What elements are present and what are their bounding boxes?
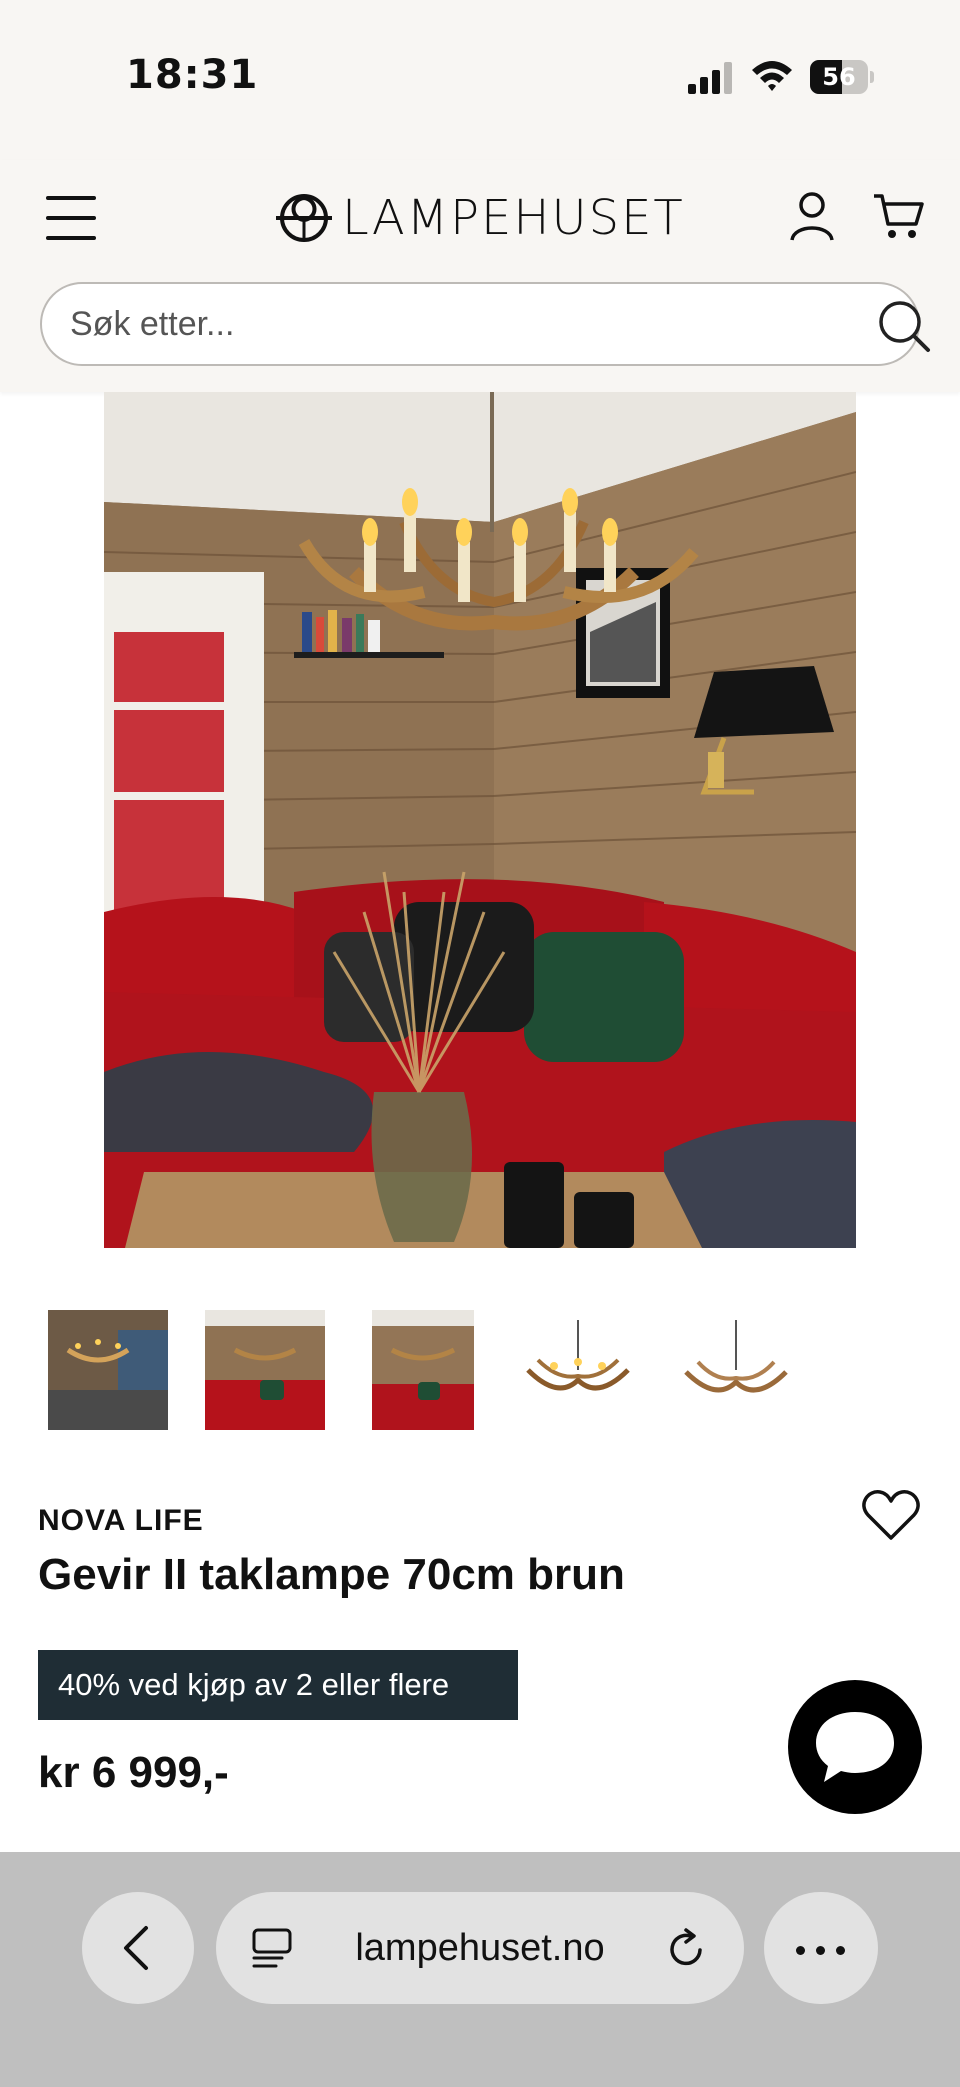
chat-bubble-icon xyxy=(816,1712,894,1782)
back-button[interactable] xyxy=(82,1892,194,2004)
thumbnail-4[interactable] xyxy=(518,1310,638,1430)
chevron-left-icon xyxy=(124,1926,148,1970)
product-price: kr 6 999,- xyxy=(38,1748,229,1797)
thumbnail-1[interactable] xyxy=(48,1310,168,1430)
thumbnail-3[interactable] xyxy=(372,1310,474,1430)
product-title: Gevir II taklampe 70cm brun xyxy=(38,1550,625,1599)
status-time: 18:31 xyxy=(126,52,259,98)
thumbnail-5[interactable] xyxy=(676,1310,796,1430)
chat-button[interactable] xyxy=(788,1680,922,1814)
battery-percent: 56 xyxy=(822,63,856,91)
browser-toolbar: lampehuset.no xyxy=(0,1852,960,2087)
wifi-icon xyxy=(752,61,792,91)
search-input[interactable] xyxy=(70,298,830,350)
status-bar: 18:31 56 xyxy=(0,0,960,160)
product-brand[interactable]: NOVA LIFE xyxy=(38,1504,204,1538)
address-bar[interactable]: lampehuset.no xyxy=(216,1892,744,2004)
hamburger-menu-icon[interactable] xyxy=(44,190,100,246)
more-dots-icon[interactable] xyxy=(764,1892,878,2004)
search-bar[interactable] xyxy=(40,282,930,366)
thumbnail-2[interactable] xyxy=(205,1310,325,1430)
cart-icon[interactable] xyxy=(872,190,924,242)
brand-name: LAMPEHUSET xyxy=(342,190,685,246)
cellular-signal-icon xyxy=(688,62,732,94)
chandelier-living-room-photo xyxy=(104,392,856,1248)
logo-mark-icon xyxy=(276,194,332,242)
heart-icon[interactable] xyxy=(862,1488,920,1542)
user-icon[interactable] xyxy=(788,190,836,242)
reload-icon[interactable] xyxy=(664,1926,708,1970)
promo-badge: 40% ved kjøp av 2 eller flere xyxy=(38,1650,518,1720)
product-main-image[interactable] xyxy=(104,392,856,1248)
thumbnail-strip xyxy=(0,1300,960,1440)
battery-icon: 56 xyxy=(810,60,874,94)
site-header: LAMPEHUSET xyxy=(0,160,960,392)
brand-logo[interactable]: LAMPEHUSET xyxy=(272,186,685,250)
search-icon[interactable] xyxy=(876,298,932,354)
